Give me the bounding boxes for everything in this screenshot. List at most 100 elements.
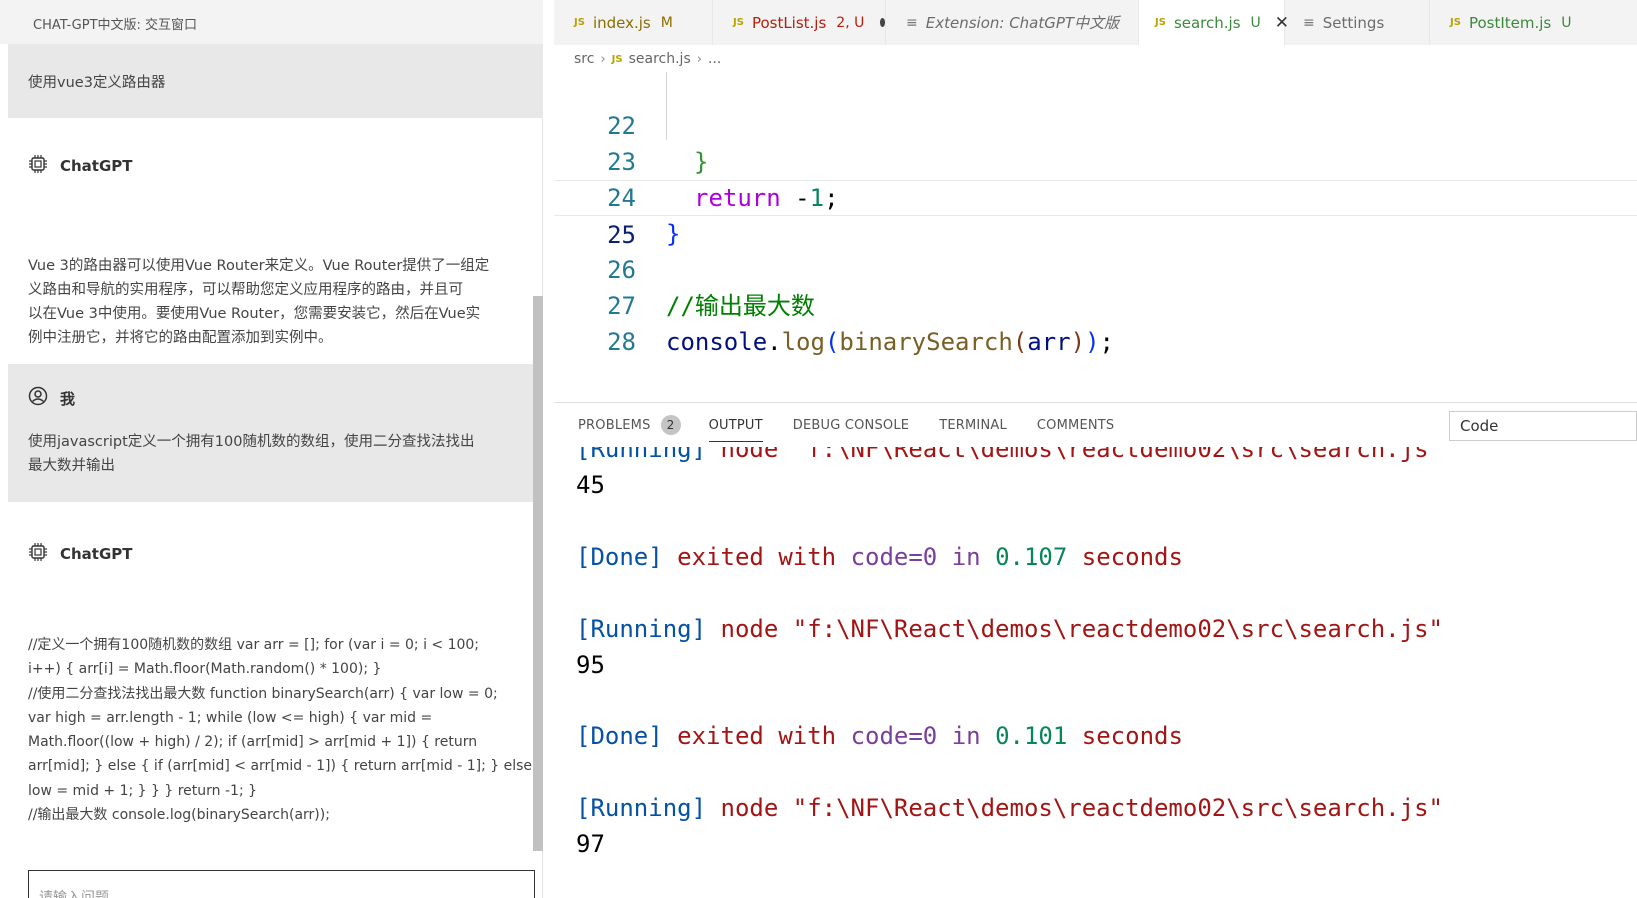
assistant-message: ChatGPT Vue 3的路由器可以使用Vue Router来定义。Vue R… [8,118,543,396]
code-token: log [781,328,825,356]
tab-label: index.js [592,13,651,32]
tab-extension-chatgpt[interactable]: ≡ Extension: ChatGPT中文版 [886,0,1139,45]
question-input[interactable]: 请输入问题 [28,870,535,898]
message-author: ChatGPT [60,157,133,175]
tab-label: PostItem.js [1468,13,1552,32]
exit-code: code=0 [850,722,938,750]
file-path: "f:\NF\React\demos\reactdemo02\src\searc… [792,794,1443,822]
tab-git-status: M [660,14,673,31]
editor-area: JS index.js M JS PostList.js 2, U ≡ Exte… [554,0,1637,898]
settings-icon: ≡ [1303,14,1315,31]
text-line: 义路由和导航的实用程序，可以帮助您定义应用程序的路由，并且可 [28,282,463,298]
tab-output[interactable]: OUTPUT [708,403,763,447]
chip-icon [28,154,48,178]
text-line: //定义一个拥有100随机数的数组 var arr = []; for (var… [28,637,480,653]
output-line: 45 [576,467,605,503]
text-line: //输出最大数 console.log(binarySearch(arr)); [28,807,330,824]
done-tag: [Done] [576,543,663,571]
code-line: 28 [554,288,1637,356]
js-file-icon: JS [611,53,623,65]
message-code-text: //定义一个拥有100随机数的数组 var arr = []; for (var… [28,633,543,827]
tab-label: search.js [1173,13,1241,32]
output-word: with [778,543,837,571]
tab-label: PostList.js [751,13,827,32]
code-token: binarySearch [839,328,1013,356]
code-token: ) [1085,328,1100,356]
tab-problems[interactable]: PROBLEMS 2 [578,403,681,447]
code-token: ( [824,328,840,356]
chat-panel-title: CHAT-GPT中文版: 交互窗口 [0,0,543,44]
tab-label: TERMINAL [939,417,1007,433]
line-number: 28 [607,328,636,356]
output-result: 97 [576,830,605,858]
breadcrumb-more[interactable]: ... [708,51,721,67]
js-file-icon: JS [733,17,744,28]
chat-scrollbar[interactable] [533,296,543,851]
js-file-icon: JS [574,17,585,28]
assistant-message: ChatGPT //定义一个拥有100随机数的数组 var arr = []; … [8,502,543,862]
output-channel-select[interactable]: Code [1449,411,1637,441]
preview-icon: ≡ [906,14,918,31]
chevron-right-icon: › [600,51,606,67]
output-word: in [951,722,981,750]
command: node [720,615,779,643]
tab-label: COMMENTS [1036,417,1115,433]
chat-panel: CHAT-GPT中文版: 交互窗口 使用vue3定义路由器 ChatGPT Vu… [0,0,543,898]
tab-label: OUTPUT [708,417,763,433]
running-tag: [Running] [576,794,707,822]
tab-search-js[interactable]: JS search.js U ✕ [1139,0,1289,45]
problems-count-badge: 2 [660,415,681,435]
code-line: 22 } [554,72,1637,176]
code-line: 27 console.log(binarySearch(arr)); [554,252,1637,356]
output-line: 97 [576,826,605,862]
command: node [720,794,779,822]
code-editor[interactable]: 22 } 23 return -1; 24 } 25 26 //输出最大数 27… [554,72,1637,402]
code-line: 24 } [554,144,1637,248]
text-line: 最大数并输出 [28,458,115,474]
tab-label: Extension: ChatGPT中文版 [925,14,1120,32]
code-line: 26 //输出最大数 [554,216,1637,320]
chat-message-list[interactable]: 使用vue3定义路由器 ChatGPT Vue 3的路由器可以使用Vue Rou… [8,44,543,898]
tab-debug-console[interactable]: DEBUG CONSOLE [793,403,909,447]
output-word: seconds [1081,722,1183,750]
output-line: 95 [576,647,605,683]
code-token: ; [1099,328,1114,356]
panel-tab-bar: PROBLEMS 2 OUTPUT DEBUG CONSOLE TERMINAL… [554,403,1114,447]
message-author: ChatGPT [60,545,133,563]
tab-comments[interactable]: COMMENTS [1037,403,1114,447]
unsaved-dot-icon[interactable] [880,18,885,27]
code-token: console [666,328,768,356]
done-tag: [Done] [576,722,663,750]
tab-terminal[interactable]: TERMINAL [939,403,1007,447]
tab-settings[interactable]: ≡ Settings [1285,0,1430,45]
tab-postitem-js[interactable]: JS PostItem.js U [1430,0,1637,45]
running-tag: [Running] [576,615,707,643]
editor-tab-bar: JS index.js M JS PostList.js 2, U ≡ Exte… [554,0,1637,45]
tab-label: Settings [1322,13,1385,32]
text-line: Math.floor((low + high) / 2); if (arr[mi… [28,734,478,751]
output-word: exited [677,543,764,571]
js-file-icon: JS [1450,17,1461,28]
tab-index-js[interactable]: JS index.js M [554,0,713,45]
code-token: ( [1012,328,1028,356]
output-console[interactable]: [Running] node "f:\NF\React\demos\reactd… [554,447,1637,898]
tab-git-status: U [1250,14,1261,31]
output-word: with [778,722,837,750]
running-tag: [Running] [576,447,707,463]
breadcrumb-folder[interactable]: src [574,51,594,67]
text-line: //使用二分查找法找出最大数 function binarySearch(arr… [28,685,498,702]
message-author: 我 [60,389,76,408]
tab-label: PROBLEMS [578,417,651,433]
tab-label: DEBUG CONSOLE [792,417,910,433]
output-result: 95 [576,651,605,679]
chevron-right-icon: › [696,51,702,67]
output-result: 45 [576,471,605,499]
breadcrumb-file[interactable]: search.js [629,51,691,67]
message-text: Vue 3的路由器可以使用Vue Router来定义。Vue Router提供了… [28,254,518,350]
output-word: exited [677,722,764,750]
text-line: var high = arr.length - 1; while (low <=… [28,709,433,726]
js-file-icon: JS [1155,17,1166,28]
tab-postlist-js[interactable]: JS PostList.js 2, U [713,0,886,45]
text-line: arr[mid]; } else { if (arr[mid] < arr[mi… [28,758,543,775]
breadcrumb: src › JS search.js › ... [574,47,721,71]
